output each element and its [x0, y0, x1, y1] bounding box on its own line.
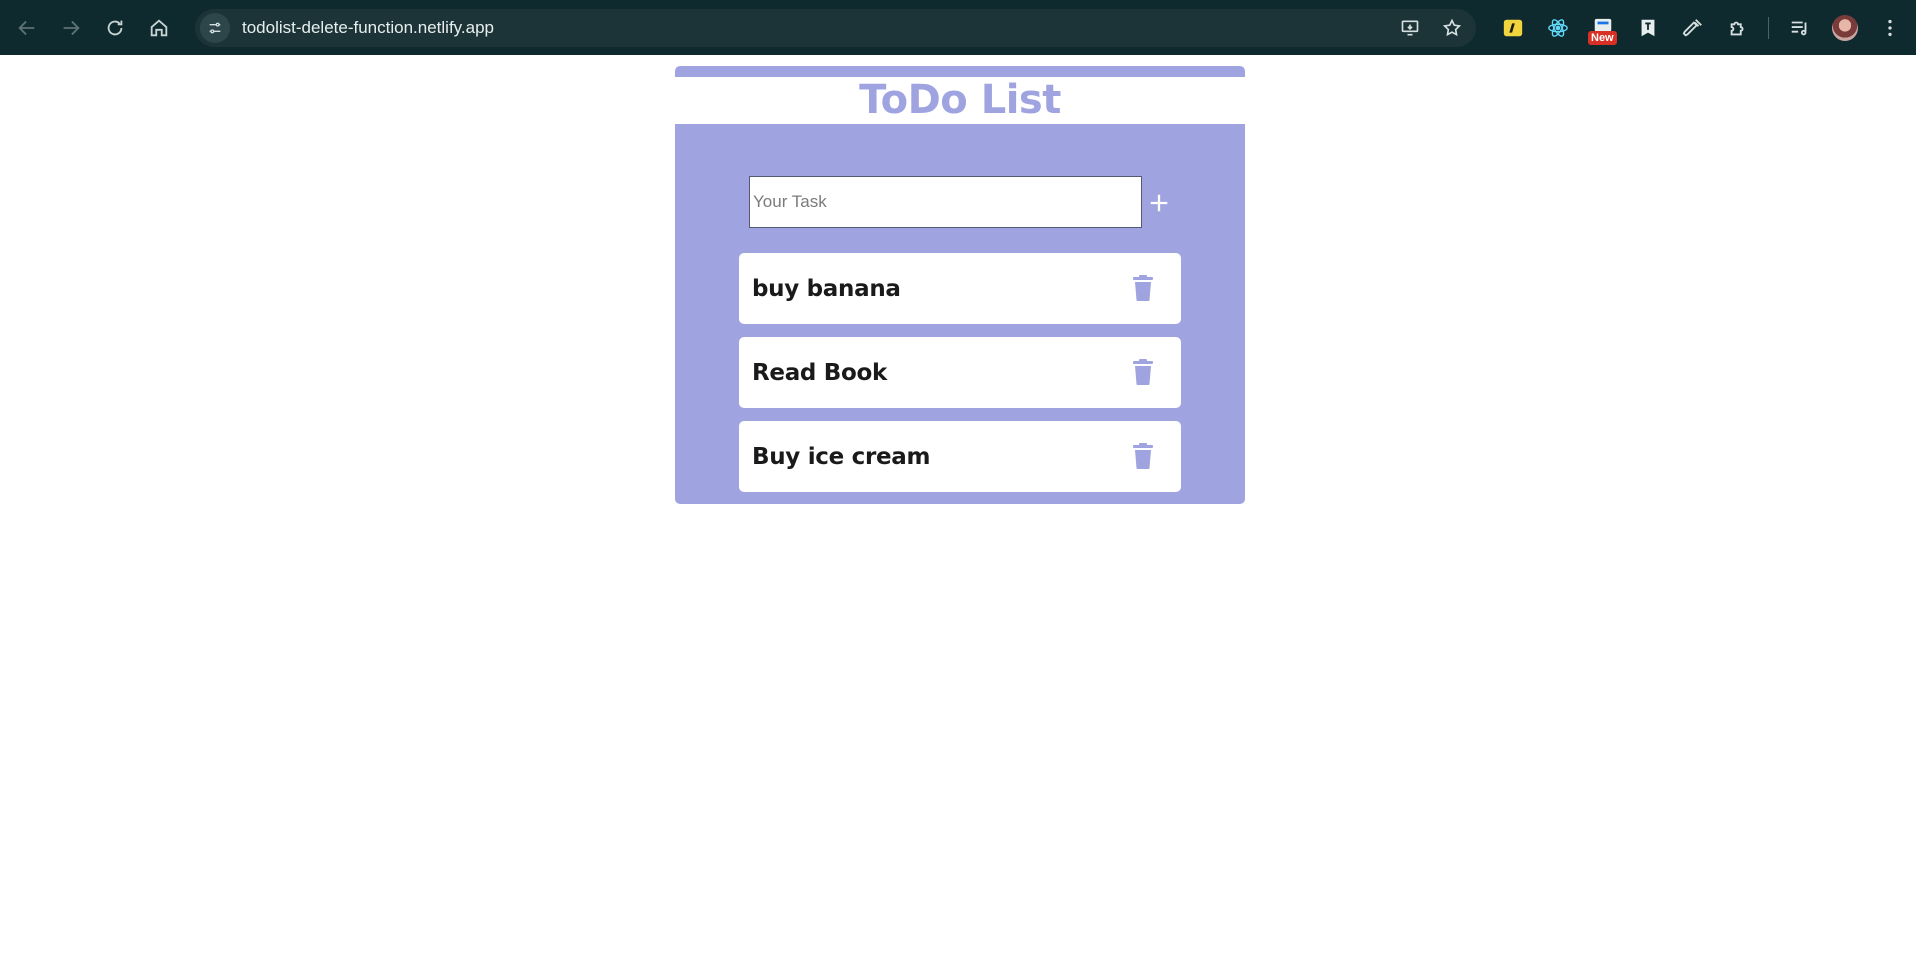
todo-panel: buy banana Read Book Buy ice cream	[675, 124, 1245, 504]
back-button[interactable]	[5, 6, 49, 50]
trash-icon	[1133, 359, 1153, 385]
toolbar-divider	[1768, 17, 1769, 39]
react-devtools-button[interactable]	[1535, 9, 1580, 47]
install-icon[interactable]	[1400, 18, 1420, 38]
header-strip	[675, 66, 1245, 77]
color-picker-button[interactable]	[1670, 9, 1715, 47]
browser-menu-button[interactable]	[1867, 9, 1912, 47]
profile-button[interactable]	[1822, 9, 1867, 47]
reader-extension-icon	[1641, 19, 1654, 37]
page-title: ToDo List	[675, 77, 1245, 124]
todo-text: Read Book	[752, 359, 888, 386]
trash-icon	[1133, 275, 1153, 301]
forward-button[interactable]	[49, 6, 93, 50]
delete-task-button[interactable]	[1128, 273, 1158, 303]
extension-icon	[1503, 19, 1522, 37]
plus-icon	[1150, 194, 1168, 212]
profile-avatar	[1831, 15, 1858, 41]
todo-app: ToDo List buy banana Read Book Buy ice c…	[675, 66, 1245, 504]
extensions-menu-button[interactable]	[1715, 9, 1760, 47]
reload-icon	[107, 20, 123, 35]
menu-kebab-icon	[1887, 19, 1892, 37]
task-input[interactable]	[749, 176, 1142, 228]
reload-button[interactable]	[93, 6, 137, 50]
todo-text: Buy ice cream	[752, 443, 931, 470]
extensions-bar: New	[1490, 9, 1912, 47]
home-button[interactable]	[137, 6, 181, 50]
address-bar[interactable]: todolist-delete-function.netlify.app	[195, 9, 1476, 47]
bookmark-star-icon[interactable]	[1442, 18, 1462, 38]
back-icon	[18, 20, 35, 35]
color-picker-icon	[1682, 19, 1702, 37]
extension-yellow-button[interactable]	[1490, 9, 1535, 47]
browser-toolbar: todolist-delete-function.netlify.app New	[0, 0, 1916, 55]
todo-item: Buy ice cream	[739, 421, 1181, 492]
todo-text: buy banana	[752, 275, 901, 302]
todo-list: buy banana Read Book Buy ice cream	[739, 253, 1181, 505]
react-devtools-icon	[1547, 19, 1568, 37]
todo-item: Read Book	[739, 337, 1181, 408]
media-controls-button[interactable]	[1777, 9, 1822, 47]
url-text[interactable]: todolist-delete-function.netlify.app	[242, 18, 494, 38]
site-info-button[interactable]	[200, 13, 230, 43]
delete-task-button[interactable]	[1128, 441, 1158, 471]
trash-icon	[1133, 443, 1153, 469]
home-icon	[150, 18, 168, 36]
todo-item: buy banana	[739, 253, 1181, 324]
puzzle-extensions-icon	[1730, 21, 1743, 36]
media-playlist-icon	[1791, 21, 1806, 36]
new-badge: New	[1588, 31, 1617, 45]
reader-extension-button[interactable]	[1625, 9, 1670, 47]
forward-icon	[63, 20, 80, 35]
site-info-icon	[209, 22, 221, 34]
add-task-button[interactable]	[1144, 188, 1174, 218]
new-extension-button[interactable]: New	[1580, 9, 1625, 47]
delete-task-button[interactable]	[1128, 357, 1158, 387]
